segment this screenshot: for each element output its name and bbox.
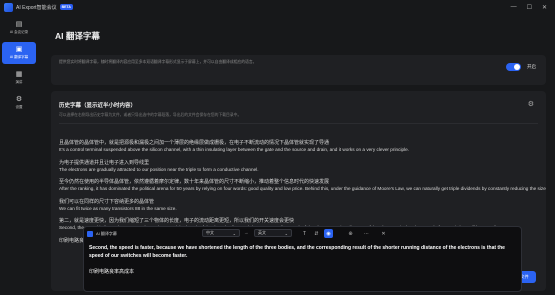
notes-icon: ▤ (15, 21, 23, 28)
target-language-value: 英文 (258, 230, 266, 235)
floating-title: AI 翻译字幕 (96, 230, 117, 236)
title-bar: AI Export智能会议 BETA — ☐ ✕ (0, 0, 555, 14)
list-item[interactable]: 我们可以在同样的尺寸下容纳更多的晶体管 We can fit twice as … (59, 199, 539, 213)
sidebar: ▤ AI 会议记录 ▣ AI 翻译字幕 ▦ 演讲 ⚙ 设置 (0, 14, 38, 295)
beta-badge: BETA (59, 4, 73, 10)
chevron-down-icon: ⌄ (232, 230, 236, 236)
subtitle-zh: 且晶体管的晶体管中，就是把源极和漏极之间加一个薄层的绝缘层做成栅极，在电子不断流… (59, 140, 330, 146)
close-icon[interactable]: ✕ (379, 229, 388, 238)
app-logo (87, 230, 93, 237)
close-icon[interactable]: ✕ (542, 4, 547, 11)
subtitle-zh: 为电子提供通道并且让电子进入到导线里 (59, 159, 150, 166)
swap-arrow-icon[interactable]: → (244, 230, 249, 235)
app-logo (4, 2, 13, 12)
target-language-select[interactable]: 英文 ⌄ (254, 229, 292, 237)
chevron-down-icon: ⌄ (284, 230, 288, 236)
bilingual-icon[interactable]: ⇵ (312, 229, 321, 238)
live-subtitle-zh: 印刷电路良率高成本 (89, 269, 135, 275)
settings-card: 提供您实时将翻译字幕，随时将翻译内容应用至多本双语翻译字幕形式显示于屏幕上，并可… (51, 55, 546, 85)
history-title: 历史字幕（显示近半小时内容） (59, 103, 137, 109)
source-language-select[interactable]: 中文 ⌄ (202, 229, 240, 237)
sidebar-item-translation[interactable]: ▣ AI 翻译字幕 (2, 42, 36, 64)
pin-icon[interactable]: ⊕ (346, 229, 355, 238)
toggle-label: 开启 (527, 64, 536, 69)
subtitle-en: It's a control terminal suspended above … (59, 147, 410, 152)
live-subtitle-en: Second, the speed is faster, because we … (89, 245, 505, 259)
subtitle-zh: 至今仍然在使用的半导体晶体管，依然遵循着摩尔定律，数十年来晶体管的尺寸不断缩小，… (59, 179, 330, 185)
history-description: 可以选择在右侧导出历史字幕为文件，或者只导出选中的字幕段落，导出后的文件会保存在… (59, 113, 242, 117)
minimize-icon[interactable]: — (511, 4, 517, 11)
subtitle-en: After the ranking, it has dominated the … (59, 186, 546, 191)
subtitle-en: The electrons are gradually attracted to… (59, 166, 259, 172)
gear-icon: ⚙ (15, 96, 23, 103)
microphone-icon[interactable]: ◉ (324, 229, 333, 238)
gear-icon[interactable]: ⚙ (528, 100, 534, 108)
sidebar-item-settings[interactable]: ⚙ 设置 (2, 92, 36, 114)
settings-description: 提供您实时将翻译字幕，随时将翻译内容应用至多本双语翻译字幕形式显示于屏幕上，并可… (59, 60, 257, 64)
presentation-icon: ▦ (15, 71, 23, 78)
list-item[interactable]: 且晶体管的晶体管中，就是把源极和漏极之间加一个薄层的绝缘层做成栅极，在电子不断流… (59, 140, 539, 154)
list-item[interactable]: 至今仍然在使用的半导体晶体管，依然遵循着摩尔定律，数十年来晶体管的尺寸不断缩小，… (59, 179, 546, 193)
floating-subtitle-window[interactable]: AI 翻译字幕 中文 ⌄ → 英文 ⌄ T ⇵ ◉ ⊕ ⋯ ✕ Second, … (83, 226, 522, 292)
sidebar-item-label: AI 翻译字幕 (9, 55, 29, 59)
app-title: AI Export智能会议 (16, 4, 57, 11)
divider (59, 123, 538, 124)
more-icon[interactable]: ⋯ (362, 229, 371, 238)
maximize-icon[interactable]: ☐ (527, 4, 532, 11)
subtitle-zh: 我们可以在同样的尺寸下容纳更多的晶体管 (59, 198, 155, 205)
sidebar-item-label: AI 会议记录 (9, 30, 29, 34)
subtitle-en: We can fit twice as many transistors 88 … (59, 205, 177, 211)
subtitle-icon: ▣ (15, 46, 23, 53)
sidebar-item-speech[interactable]: ▦ 演讲 (2, 67, 36, 89)
text-size-icon[interactable]: T (300, 229, 309, 238)
enable-toggle[interactable] (506, 63, 521, 71)
list-item[interactable]: 为电子提供通道并且让电子进入到导线里 The electrons are gra… (59, 160, 539, 174)
page-title: AI 翻译字幕 (55, 31, 100, 41)
sidebar-item-meeting-notes[interactable]: ▤ AI 会议记录 (2, 17, 36, 39)
sidebar-item-label: 演讲 (15, 80, 23, 84)
subtitle-zh: 第二，就是速度更快，因为我们缩短了三个物体的长度，电子的流动距离更短，所以我们的… (59, 218, 295, 224)
window-controls: — ☐ ✕ (511, 4, 547, 11)
sidebar-item-label: 设置 (15, 105, 23, 109)
source-language-value: 中文 (206, 230, 214, 235)
